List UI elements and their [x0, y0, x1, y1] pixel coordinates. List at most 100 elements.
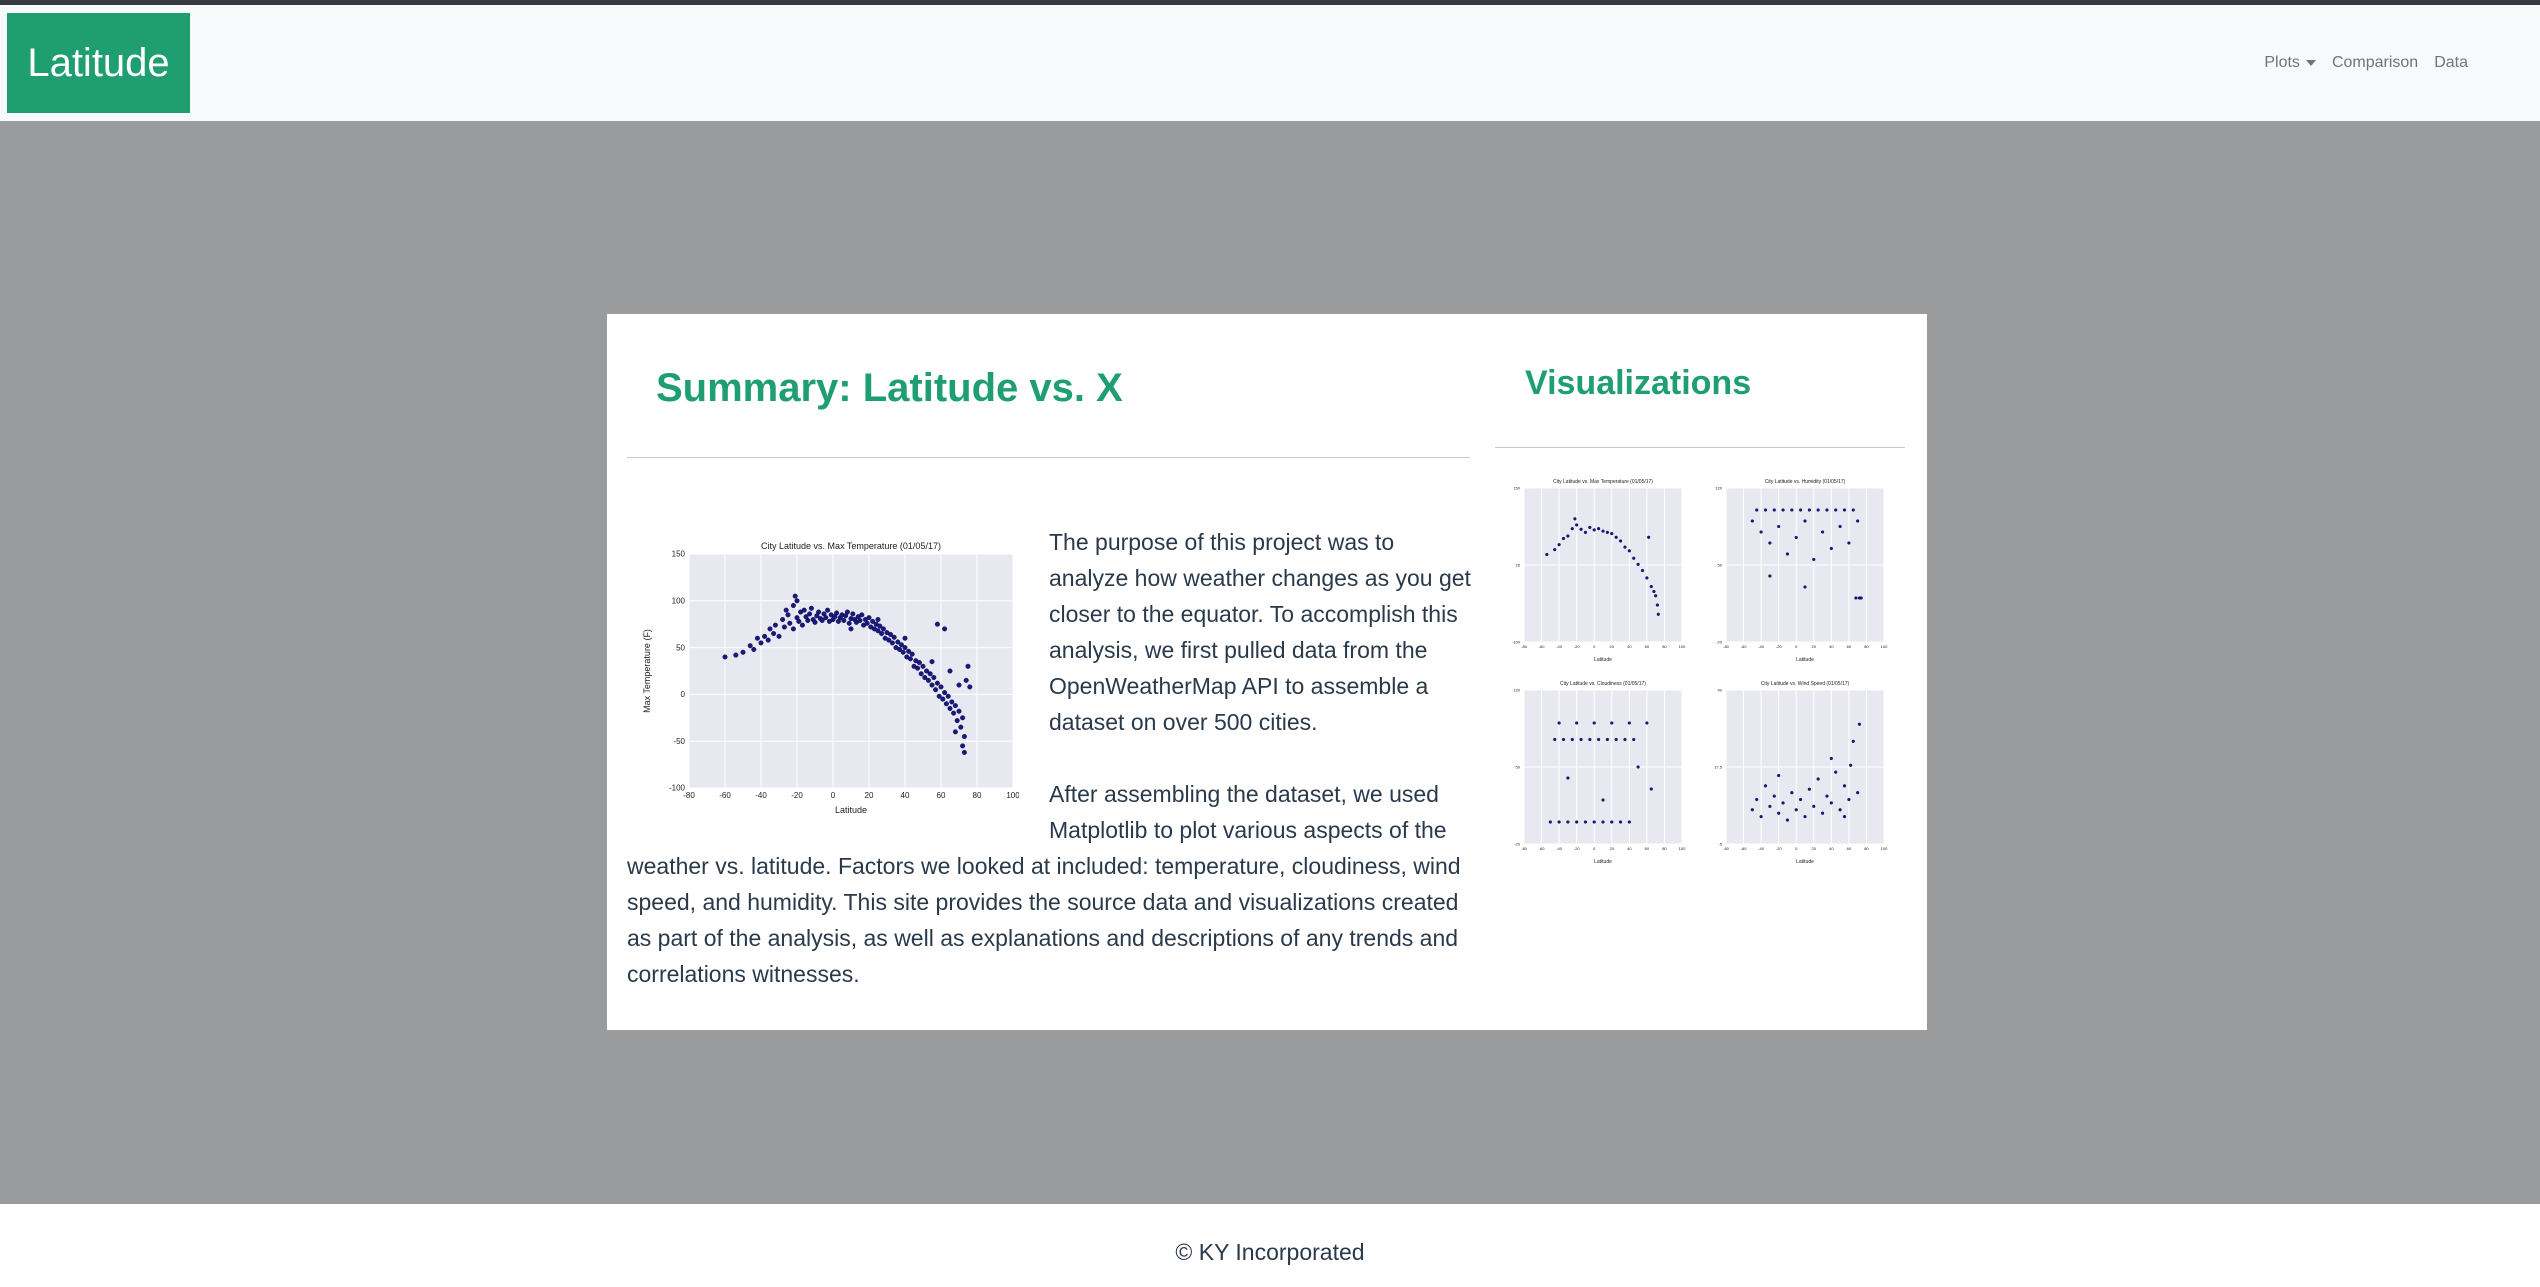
data-point [823, 615, 829, 621]
data-point [1561, 536, 1566, 541]
data-point [722, 654, 728, 660]
y-tick-label: 17.5 [1714, 764, 1723, 769]
x-tick-label: -80 [1723, 846, 1730, 851]
data-point [1856, 791, 1860, 795]
data-point [1849, 763, 1853, 767]
data-point [960, 715, 966, 721]
x-tick-label: 80 [1662, 644, 1667, 649]
data-point [846, 620, 852, 626]
data-point [1812, 804, 1816, 808]
data-point [1614, 737, 1618, 742]
data-point [1592, 820, 1596, 824]
data-point [945, 693, 951, 699]
x-axis-label: Latitude [1594, 657, 1612, 663]
data-point [767, 626, 773, 632]
data-point [1623, 545, 1627, 549]
nav-links: Plots Comparison Data [2264, 5, 2468, 121]
data-point [938, 684, 944, 690]
x-tick-label: 40 [1829, 846, 1834, 851]
data-point [925, 677, 931, 683]
data-point [1655, 603, 1660, 607]
visualizations-title: Visualizations [1525, 364, 1752, 402]
data-point [1859, 596, 1863, 600]
data-point [1857, 722, 1862, 726]
thumb-temperature-plot[interactable]: -80 -60 -40 -20 0 20 40 60 80 100 -100 25 150 City La… [1500, 474, 1690, 664]
data-point [1561, 737, 1566, 742]
data-point [1768, 541, 1772, 545]
data-point [812, 619, 818, 625]
data-point [961, 749, 967, 755]
thumb-humidity-plot[interactable]: -80 -60 -40 -20 0 20 40 60 80 100 -20 50 120 City Lat… [1702, 474, 1892, 664]
data-point [844, 609, 850, 615]
data-point [1579, 527, 1583, 531]
data-point [951, 710, 957, 716]
data-point [1763, 784, 1768, 788]
data-point [1570, 527, 1574, 531]
data-point [1570, 737, 1574, 742]
y-tick-label: -20 [1514, 841, 1521, 846]
x-tick-label: 60 [937, 791, 946, 800]
data-point [1627, 820, 1631, 824]
nav-comparison-link[interactable]: Comparison [2332, 54, 2418, 72]
data-point [1583, 820, 1588, 824]
nav-plots-dropdown[interactable]: Plots [2264, 54, 2316, 72]
data-point [1583, 530, 1588, 534]
brand-link[interactable]: Latitude [7, 13, 190, 113]
data-point [1601, 529, 1605, 533]
page-background: Summary: Latitude vs. X The purpose of t… [0, 121, 2540, 1204]
data-point [796, 618, 802, 624]
data-point [1799, 508, 1803, 512]
data-point [943, 701, 949, 707]
data-point [1618, 820, 1623, 824]
data-point [1645, 721, 1649, 725]
x-tick-label: 20 [865, 791, 874, 800]
x-axis-label: Latitude [1796, 657, 1814, 663]
data-point [790, 626, 796, 632]
data-point [1799, 797, 1803, 802]
y-tick-label: -100 [669, 784, 686, 793]
data-point [1618, 539, 1623, 543]
data-point [1632, 737, 1636, 742]
data-point [1851, 739, 1855, 743]
data-point [1627, 549, 1631, 553]
data-point [864, 620, 870, 626]
data-point [929, 682, 935, 688]
chart-title: City Latitude vs. Humidity (01/05/17) [1765, 479, 1846, 485]
x-tick-label: 100 [1881, 644, 1888, 649]
thumb-windspeed-plot[interactable]: -80 -60 -40 -20 0 20 40 60 80 100 -5 17.5 40 City Lat… [1702, 676, 1892, 866]
visualizations-divider [1495, 447, 1905, 448]
data-point [747, 643, 753, 649]
data-point [1834, 508, 1838, 512]
x-tick-label: 100 [1679, 846, 1686, 851]
data-point [807, 611, 813, 617]
x-tick-label: 20 [1812, 644, 1817, 649]
y-tick-label: 25 [1516, 562, 1521, 567]
data-point [934, 680, 940, 686]
data-point [1640, 568, 1645, 573]
data-point [1781, 801, 1785, 805]
data-point [1842, 784, 1847, 788]
data-point [949, 699, 955, 705]
x-tick-label: -20 [1776, 846, 1783, 851]
data-point [1812, 557, 1816, 562]
thumb-cloudiness-plot[interactable]: -80 -60 -40 -20 0 20 40 60 80 100 -20 50 120 City Lat… [1500, 676, 1690, 866]
chart-title: City Latitude vs. Wind Speed (01/05/17) [1761, 681, 1850, 687]
data-point [920, 663, 926, 669]
data-point [1781, 508, 1785, 512]
navbar: Latitude Plots Comparison Data [0, 5, 2540, 122]
data-point [889, 640, 895, 646]
data-point [834, 610, 840, 616]
data-point [1854, 596, 1858, 600]
data-point [1566, 776, 1570, 780]
data-point [1768, 574, 1772, 578]
data-point [1851, 508, 1855, 512]
chart-title: City Latitude vs. Cloudiness (01/05/17) [1560, 681, 1646, 687]
x-axis-label: Latitude [835, 805, 867, 815]
nav-data-link[interactable]: Data [2434, 54, 2468, 72]
data-point [1820, 530, 1825, 534]
data-point [1654, 594, 1658, 598]
data-point [1627, 721, 1631, 725]
data-point [1807, 787, 1811, 791]
data-point [1575, 721, 1579, 725]
data-point [1601, 798, 1605, 802]
